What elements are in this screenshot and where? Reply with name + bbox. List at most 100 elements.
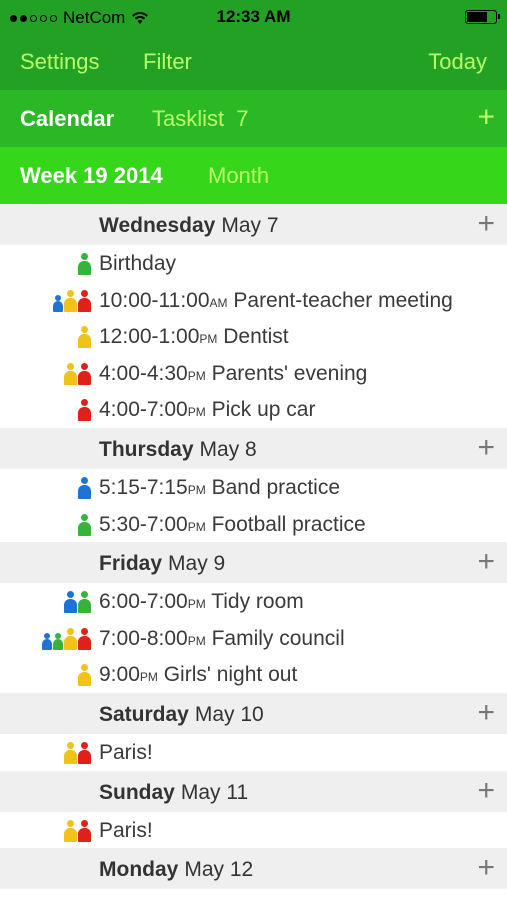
view-week[interactable]: Week 19 2014 bbox=[20, 163, 163, 189]
event-row[interactable]: 5:30-7:00PM Football practice bbox=[0, 506, 507, 543]
person-blue-icon bbox=[78, 476, 91, 499]
add-event-button[interactable]: + bbox=[477, 207, 495, 241]
person-yellow-icon bbox=[64, 362, 77, 385]
add-icon[interactable]: + bbox=[477, 100, 495, 134]
event-row[interactable]: 12:00-1:00PM Dentist bbox=[0, 318, 507, 355]
person-green-icon bbox=[78, 591, 91, 614]
day-label: Saturday bbox=[99, 702, 189, 726]
day-date: May 12 bbox=[184, 858, 254, 882]
event-title: Tidy room bbox=[205, 590, 304, 614]
day-label: Monday bbox=[99, 858, 179, 882]
day-header: Monday May 12 + bbox=[0, 848, 507, 890]
event-ampm: PM bbox=[187, 405, 206, 420]
day-date: May 10 bbox=[194, 702, 264, 726]
day-name: Friday May 9 bbox=[99, 552, 225, 576]
event-row[interactable]: 4:00-7:00PM Pick up car bbox=[0, 391, 507, 428]
tab-tasklist[interactable]: Tasklist 7 bbox=[152, 106, 249, 132]
person-green-icon bbox=[78, 253, 91, 275]
event-time: 10:00-11:00 bbox=[99, 288, 210, 312]
event-text: 12:00-1:00PM Dentist bbox=[99, 325, 289, 349]
event-title: Pick up car bbox=[205, 398, 316, 422]
event-time: 5:15-7:15 bbox=[99, 475, 188, 499]
event-ampm: AM bbox=[209, 295, 228, 310]
event-title: Birthday bbox=[99, 252, 177, 275]
event-row[interactable]: 7:00-8:00PM Family council bbox=[0, 620, 507, 657]
event-title: Football practice bbox=[205, 512, 366, 536]
view-month[interactable]: Month bbox=[208, 163, 269, 189]
event-title: Parent-teacher meeting bbox=[227, 288, 453, 312]
settings-button[interactable]: Settings bbox=[20, 49, 100, 75]
event-row[interactable]: 6:00-7:00PM Tidy room bbox=[0, 583, 507, 620]
add-event-button[interactable]: + bbox=[477, 696, 495, 730]
event-ampm: PM bbox=[187, 633, 206, 648]
day-date: May 8 bbox=[199, 437, 257, 461]
add-event-button[interactable]: + bbox=[477, 545, 495, 579]
tasklist-count-badge: 7 bbox=[236, 105, 249, 131]
add-event-button[interactable]: + bbox=[477, 431, 495, 465]
event-text: 5:30-7:00PM Football practice bbox=[99, 513, 366, 537]
event-row[interactable]: 4:00-4:30PM Parents' evening bbox=[0, 355, 507, 392]
event-title: Family council bbox=[205, 626, 345, 650]
participants bbox=[64, 741, 91, 764]
battery-icon bbox=[465, 10, 500, 24]
event-row[interactable]: 9:00PM Girls' night out bbox=[0, 656, 507, 693]
person-red-icon bbox=[78, 289, 91, 312]
day-label: Friday bbox=[99, 552, 163, 576]
event-ampm: PM bbox=[199, 332, 218, 347]
person-green-icon bbox=[53, 632, 63, 650]
agenda-list[interactable]: Wednesday May 7 + Birthday 10:00-11:00AM Par… bbox=[0, 204, 507, 890]
day-date: May 11 bbox=[180, 780, 249, 804]
event-title: Band practice bbox=[205, 475, 340, 499]
person-red-icon bbox=[78, 362, 91, 385]
event-row[interactable]: Birthday bbox=[0, 245, 507, 282]
day-header: Friday May 9 + bbox=[0, 542, 507, 584]
participants bbox=[42, 627, 91, 650]
event-row[interactable]: Paris! bbox=[0, 734, 507, 771]
event-time: 5:30-7:00 bbox=[99, 512, 188, 536]
event-text: Paris! bbox=[99, 741, 153, 765]
event-title: Paris! bbox=[99, 740, 153, 764]
event-time: 12:00-1:00 bbox=[99, 325, 200, 349]
top-nav-bar: Settings Filter Today bbox=[0, 34, 507, 90]
day-name: Sunday May 11 bbox=[99, 781, 248, 805]
day-date: May 7 bbox=[221, 214, 279, 237]
person-red-icon bbox=[78, 819, 91, 842]
event-row[interactable]: 5:15-7:15PM Band practice bbox=[0, 469, 507, 506]
add-event-button[interactable]: + bbox=[477, 774, 495, 808]
event-ampm: PM bbox=[187, 519, 206, 534]
event-time: 6:00-7:00 bbox=[99, 590, 188, 614]
person-red-icon bbox=[78, 741, 91, 764]
participants bbox=[78, 326, 91, 349]
event-title: Dentist bbox=[217, 325, 289, 349]
person-yellow-icon bbox=[64, 289, 77, 312]
person-red-icon bbox=[78, 627, 91, 650]
participants bbox=[78, 664, 91, 687]
day-name: Monday May 12 bbox=[99, 858, 253, 882]
today-button[interactable]: Today bbox=[428, 49, 487, 75]
event-time: 4:00-7:00 bbox=[99, 398, 188, 422]
person-yellow-icon bbox=[64, 627, 77, 650]
day-name: Wednesday May 7 bbox=[99, 214, 279, 238]
view-bar: Week 19 2014 Month bbox=[0, 147, 507, 204]
tab-calendar[interactable]: Calendar bbox=[20, 106, 114, 132]
day-date: May 9 bbox=[168, 552, 226, 576]
participants bbox=[53, 289, 91, 312]
day-header: Thursday May 8 + bbox=[0, 427, 507, 469]
person-blue-icon bbox=[53, 294, 63, 312]
participants bbox=[78, 253, 91, 275]
day-header: Sunday May 11 + bbox=[0, 770, 507, 812]
status-bar: NetCom 12:33 AM bbox=[0, 0, 507, 34]
person-yellow-icon bbox=[64, 741, 77, 764]
event-title: Paris! bbox=[99, 818, 153, 842]
event-row[interactable]: Paris! bbox=[0, 812, 507, 849]
filter-button[interactable]: Filter bbox=[143, 49, 192, 75]
add-event-button[interactable]: + bbox=[477, 851, 495, 885]
event-ampm: PM bbox=[139, 670, 158, 685]
event-row[interactable]: 10:00-11:00AM Parent-teacher meeting bbox=[0, 282, 507, 319]
participants bbox=[64, 819, 91, 842]
person-yellow-icon bbox=[78, 664, 91, 687]
event-ampm: PM bbox=[187, 482, 206, 497]
day-label: Sunday bbox=[99, 780, 175, 804]
tab-tasklist-label: Tasklist bbox=[152, 105, 225, 131]
event-text: 7:00-8:00PM Family council bbox=[99, 627, 345, 651]
